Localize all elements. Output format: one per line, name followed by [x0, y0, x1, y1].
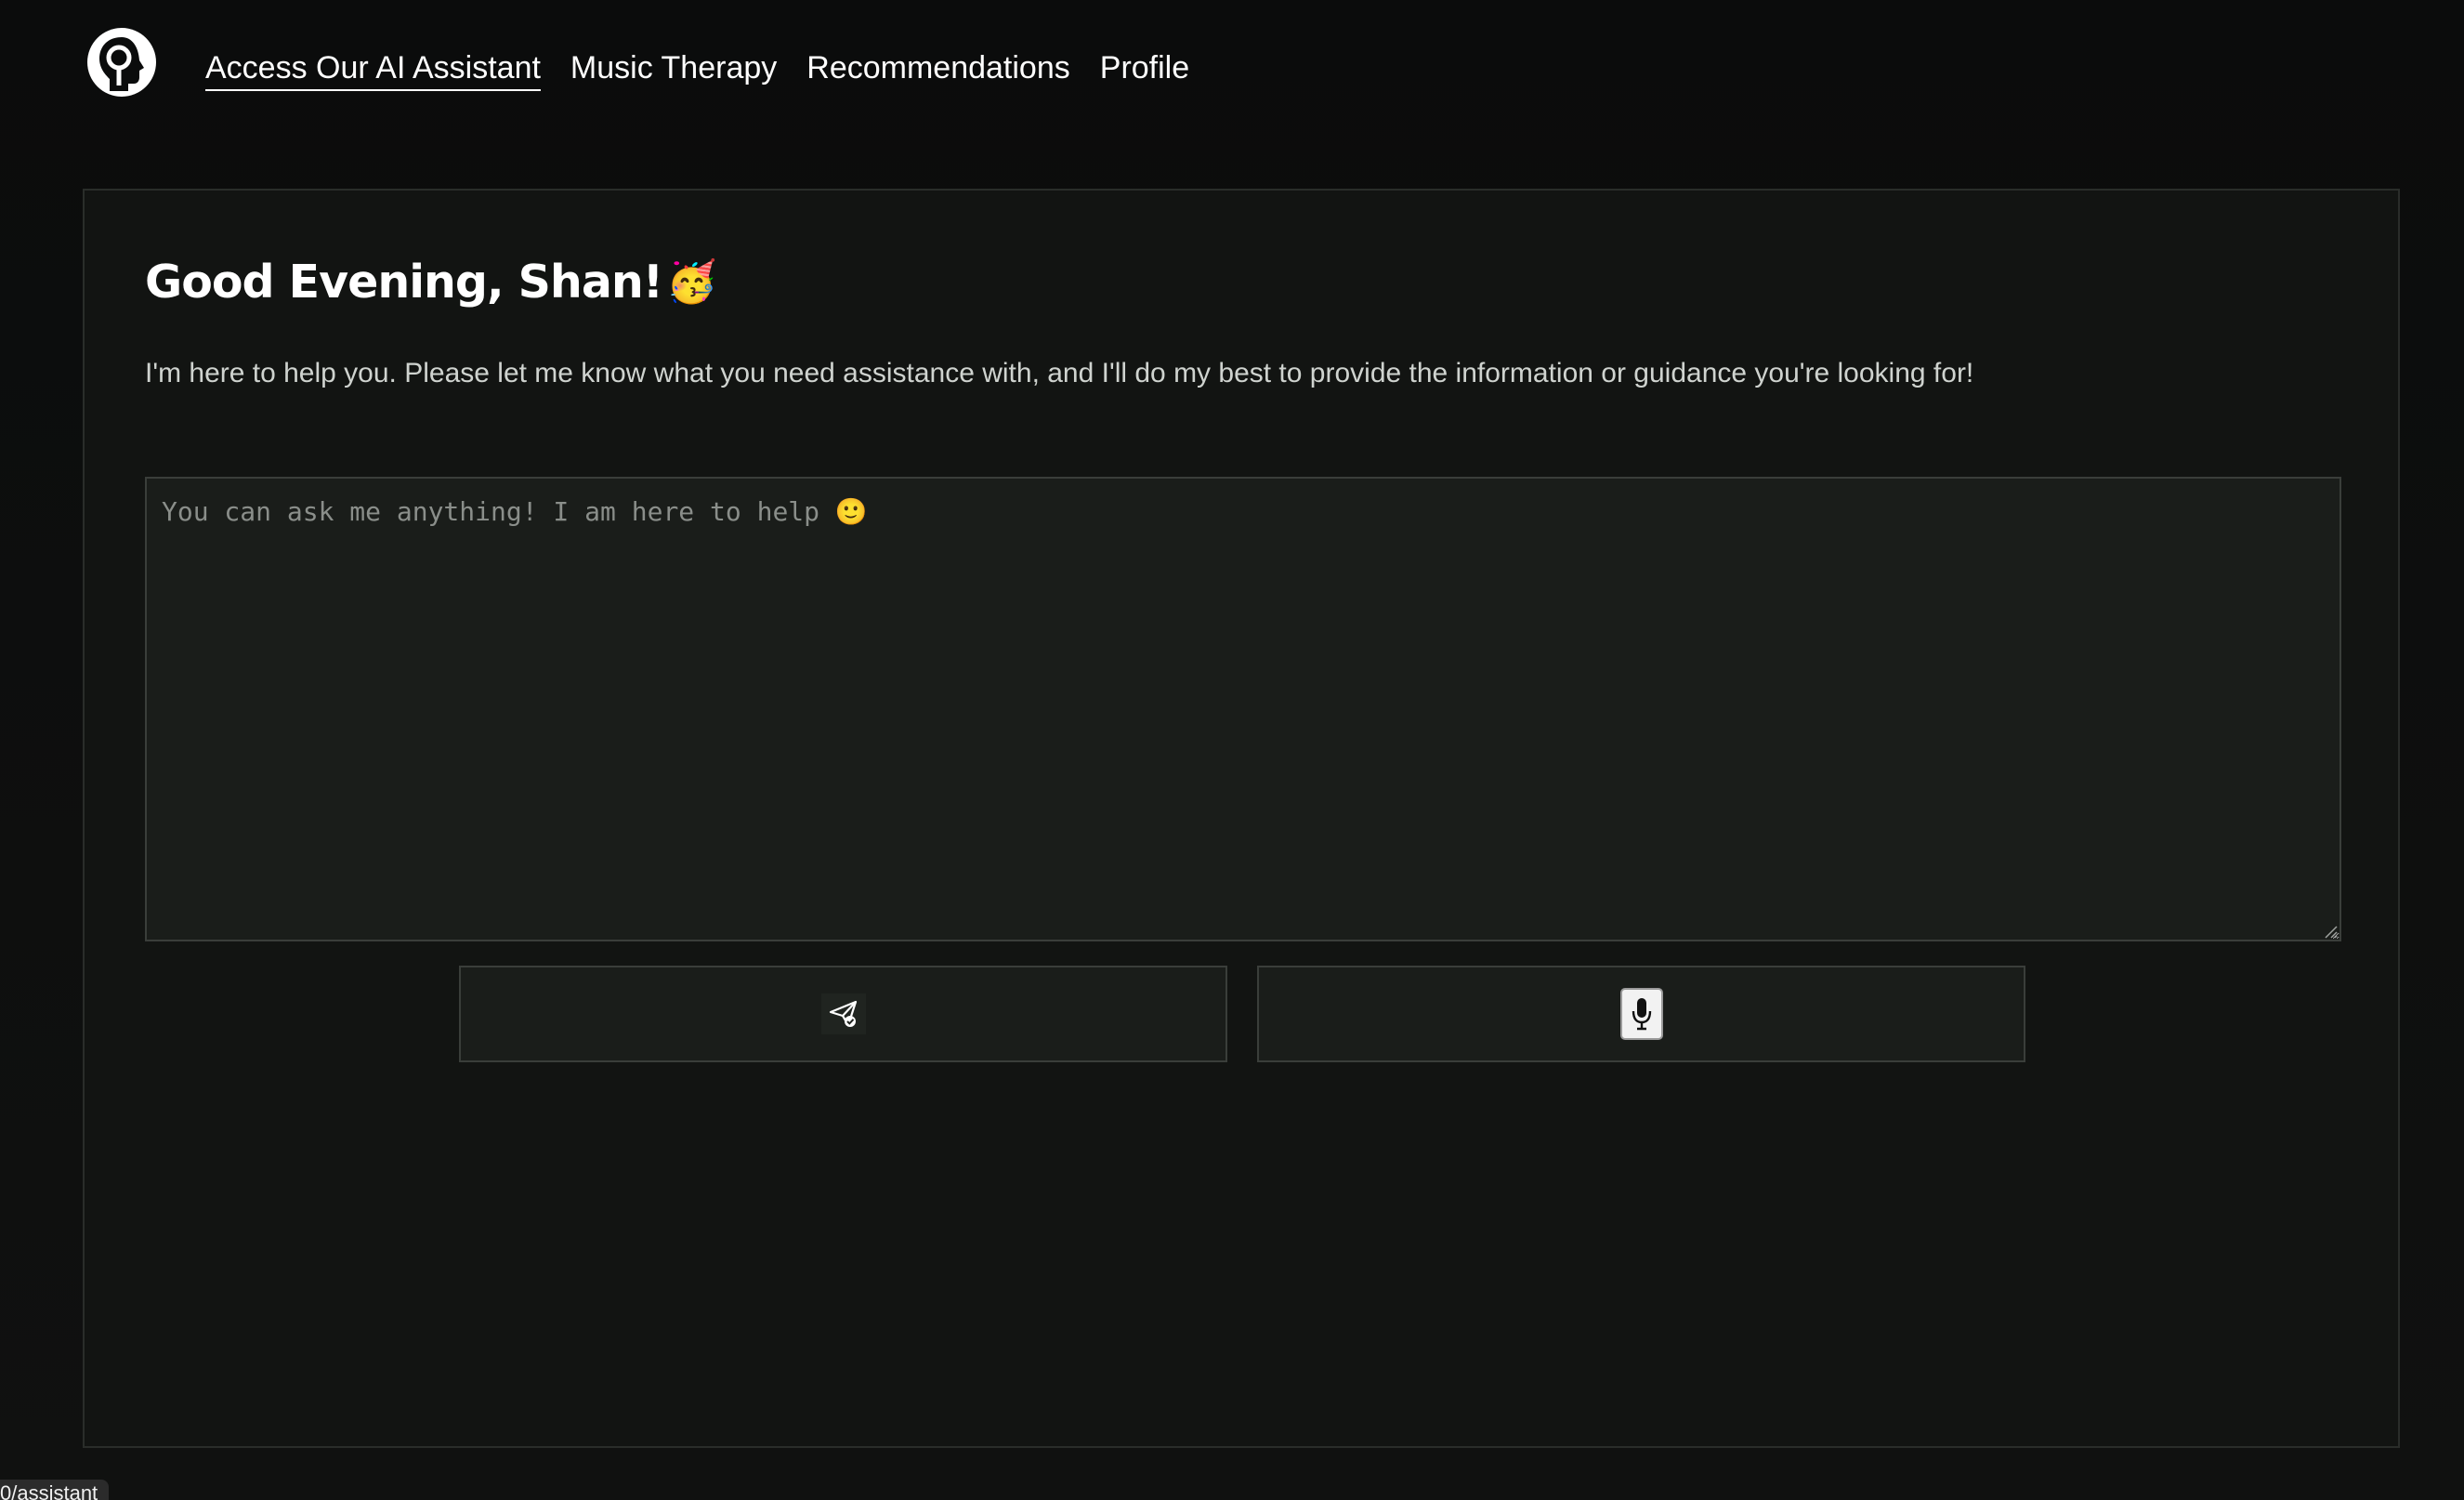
greeting: Good Evening, Shan! 🥳	[145, 252, 717, 313]
microphone-button[interactable]	[1257, 966, 2025, 1062]
nav-link-profile[interactable]: Profile	[1100, 46, 1189, 89]
nav-link-ai-assistant[interactable]: Access Our AI Assistant	[205, 46, 541, 91]
party-face-icon: 🥳	[666, 259, 717, 305]
main-nav: Access Our AI Assistant Music Therapy Re…	[205, 46, 1189, 91]
assistant-prompt-input[interactable]	[145, 477, 2341, 941]
nav-link-music-therapy[interactable]: Music Therapy	[570, 46, 777, 89]
top-navigation: Access Our AI Assistant Music Therapy Re…	[0, 0, 2464, 138]
greeting-title: Good Evening, Shan!	[145, 256, 663, 309]
textarea-resize-handle[interactable]	[2324, 925, 2339, 940]
send-paper-plane-icon	[820, 993, 866, 1034]
nav-link-recommendations[interactable]: Recommendations	[806, 46, 1069, 89]
send-button[interactable]	[459, 966, 1227, 1062]
microphone-icon	[1619, 988, 1663, 1040]
assistant-intro-text: I'm here to help you. Please let me know…	[145, 358, 1974, 388]
head-brain-logo-icon[interactable]	[85, 26, 158, 99]
status-url-tooltip: 0/assistant	[0, 1480, 110, 1500]
assistant-panel: Good Evening, Shan! 🥳 I'm here to help y…	[83, 189, 2400, 1448]
